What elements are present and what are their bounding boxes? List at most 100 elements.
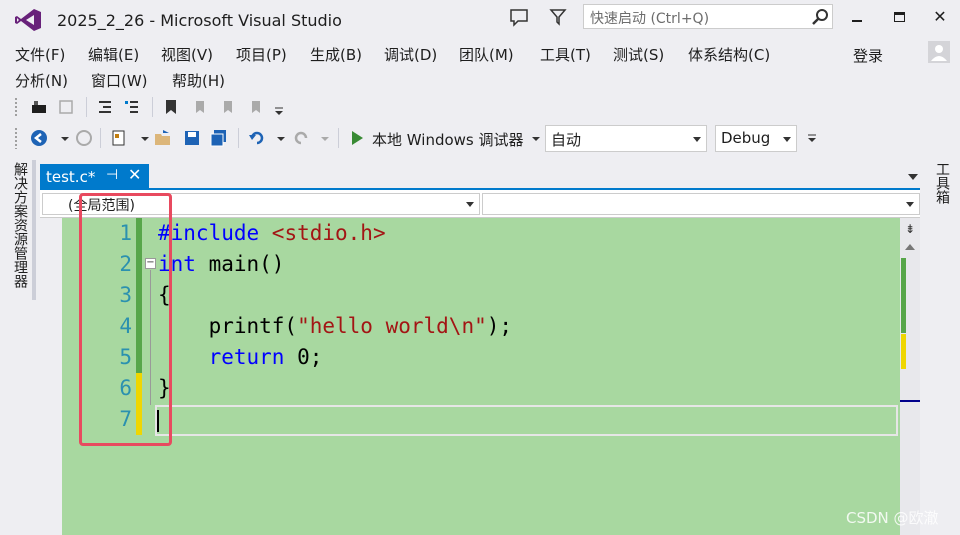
undo-icon[interactable]: [248, 129, 266, 147]
chevron-down-icon: [906, 202, 914, 207]
maximize-button[interactable]: [886, 5, 912, 29]
bookmark-icon[interactable]: [162, 98, 180, 116]
clear-bookmarks-icon: [252, 101, 260, 113]
search-icon[interactable]: [810, 7, 830, 27]
scrollbar-unsaved-change-marker: [901, 334, 906, 369]
scroll-up-icon[interactable]: [905, 244, 915, 250]
code-text: main(): [195, 252, 285, 276]
document-tab-label: test.c*: [46, 168, 96, 186]
menu-file[interactable]: 文件(F): [15, 44, 65, 65]
solution-platform-value: 自动: [551, 131, 582, 149]
solution-platform-select[interactable]: 自动: [545, 125, 707, 152]
new-project-icon[interactable]: [110, 129, 128, 147]
menu-help[interactable]: 帮助(H): [172, 70, 225, 91]
menu-tools[interactable]: 工具(T): [540, 44, 591, 65]
code-text: 0;: [284, 345, 323, 369]
menu-window[interactable]: 窗口(W): [91, 70, 148, 91]
document-tab-test-c[interactable]: test.c* ⊣ ✕: [40, 164, 149, 189]
undo-dropdown-icon[interactable]: [272, 129, 290, 147]
close-tab-icon[interactable]: ✕: [128, 165, 141, 184]
back-dropdown-icon[interactable]: [56, 129, 74, 147]
quick-info-icon[interactable]: [30, 98, 48, 116]
menu-architecture[interactable]: 体系结构(C): [688, 44, 770, 65]
debugger-dropdown-icon[interactable]: [527, 129, 545, 147]
feedback-icon[interactable]: [508, 6, 530, 28]
chevron-down-icon: [466, 202, 474, 207]
menu-project[interactable]: 项目(P): [236, 44, 287, 65]
avatar[interactable]: [928, 41, 950, 63]
next-bookmark-icon: [224, 101, 232, 113]
menu-analyze[interactable]: 分析(N): [15, 70, 68, 91]
maximize-icon: [893, 12, 905, 22]
scrollbar-saved-change-marker: [901, 258, 906, 333]
save-icon[interactable]: [183, 129, 201, 147]
menu-team[interactable]: 团队(M): [459, 44, 514, 65]
annotation-highlight-box: [79, 193, 172, 446]
toolbar-separator: [86, 97, 87, 117]
window-title: 2025_2_26 - Microsoft Visual Studio: [57, 11, 342, 30]
quick-launch-input[interactable]: 快速启动 (Ctrl+Q): [583, 4, 833, 29]
dock-tab-indicator: [32, 160, 36, 300]
visual-studio-logo-icon: [15, 9, 41, 31]
toolbar-grip[interactable]: [14, 127, 18, 149]
start-debugging-icon[interactable]: [348, 129, 366, 147]
menu-debug[interactable]: 调试(D): [384, 44, 437, 65]
toolbar-separator: [100, 128, 101, 148]
chevron-down-icon: [783, 137, 791, 142]
menu-test[interactable]: 测试(S): [613, 44, 664, 65]
toolbar-options-icon[interactable]: [803, 129, 821, 147]
editor-margin: [40, 218, 62, 535]
start-debugging-button[interactable]: 本地 Windows 调试器: [372, 129, 524, 150]
code-line[interactable]: #include <stdio.h>: [158, 221, 386, 245]
title-bar: 2025_2_26 - Microsoft Visual Studio 快速启动…: [0, 0, 960, 38]
watermark: CSDN @欧澈: [846, 509, 939, 527]
new-dropdown-icon[interactable]: [136, 129, 154, 147]
code-text: printf(: [208, 314, 298, 338]
menu-edit[interactable]: 编辑(E): [88, 44, 139, 65]
current-line-highlight[interactable]: [155, 405, 898, 436]
navigate-forward-icon: [76, 130, 92, 146]
outdent-icon[interactable]: [96, 98, 114, 116]
split-window-icon[interactable]: ⇟: [905, 222, 915, 236]
code-line[interactable]: return 0;: [158, 345, 323, 369]
include-path-token: <stdio.h>: [259, 221, 386, 245]
member-select[interactable]: [482, 193, 920, 215]
minimize-button[interactable]: [844, 5, 870, 29]
scrollbar-caret-marker: [900, 400, 920, 402]
pin-icon[interactable]: ⊣: [106, 167, 118, 183]
solution-config-value: Debug: [721, 129, 771, 147]
menu-build[interactable]: 生成(B): [310, 44, 362, 65]
toolbar-separator: [238, 128, 239, 148]
tab-overflow-icon[interactable]: [908, 174, 918, 180]
minimize-icon: [852, 20, 862, 22]
chevron-down-icon: [693, 137, 701, 142]
keyword-token: return: [208, 345, 285, 369]
toolbar-separator: [152, 97, 153, 117]
string-literal-token: "hello world\n": [297, 314, 487, 338]
toolbar-separator: [338, 128, 339, 148]
quick-launch-placeholder: 快速启动 (Ctrl+Q): [590, 11, 710, 27]
preprocessor-token: #include: [158, 221, 260, 245]
close-button[interactable]: ✕: [927, 5, 953, 29]
solution-explorer-tab[interactable]: 解决方案资源管理器: [10, 162, 30, 302]
toolbar-options-icon[interactable]: [270, 102, 288, 120]
close-icon: ✕: [933, 7, 947, 26]
code-line[interactable]: printf("hello world\n");: [158, 314, 512, 338]
user-icon: [931, 45, 947, 61]
navigate-back-icon[interactable]: [30, 129, 48, 147]
save-all-icon[interactable]: [210, 129, 228, 147]
login-link[interactable]: 登录: [853, 45, 883, 66]
prev-bookmark-icon: [196, 101, 204, 113]
comment-icon[interactable]: [123, 98, 141, 116]
menu-view[interactable]: 视图(V): [161, 44, 213, 65]
redo-icon: [294, 131, 308, 145]
redo-dropdown-icon: [321, 137, 329, 141]
param-info-icon: [59, 100, 73, 114]
filter-icon[interactable]: [547, 6, 569, 28]
code-line[interactable]: int main(): [158, 252, 284, 276]
open-file-icon[interactable]: [154, 129, 172, 147]
solution-config-select[interactable]: Debug: [715, 125, 797, 152]
toolbox-tab[interactable]: 工具箱: [932, 162, 952, 222]
toolbar-grip[interactable]: [14, 97, 18, 117]
code-text: );: [486, 314, 513, 338]
